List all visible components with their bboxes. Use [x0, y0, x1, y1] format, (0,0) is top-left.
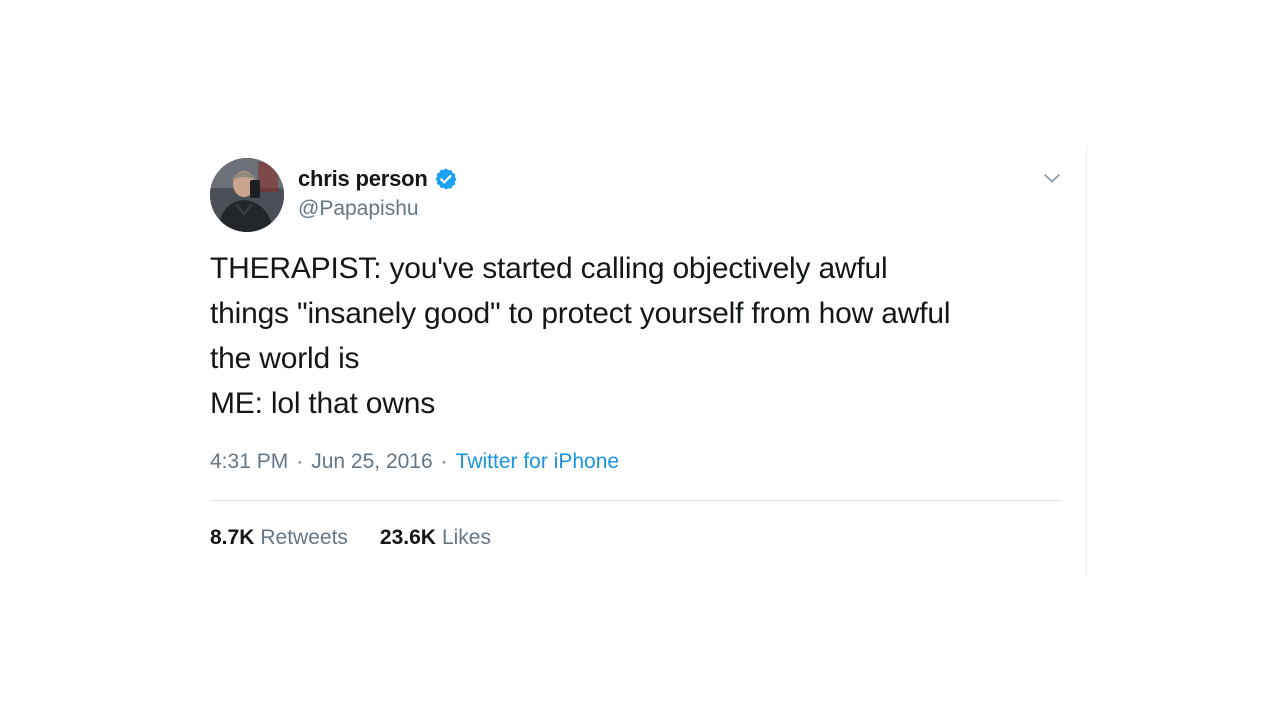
retweets-stat[interactable]: 8.7K Retweets	[210, 526, 348, 550]
likes-stat[interactable]: 23.6K Likes	[380, 526, 491, 550]
divider	[210, 500, 1062, 501]
likes-count: 23.6K	[379, 526, 436, 549]
likes-label: Likes	[441, 526, 491, 549]
author-handle[interactable]: @Papapishu	[298, 197, 419, 221]
meta-separator: ·	[296, 450, 304, 473]
chevron-down-icon[interactable]	[1040, 166, 1064, 190]
avatar-photo	[210, 158, 284, 232]
tweet-card: chris person @Papapishu THERAPIST: you'v…	[194, 146, 1087, 576]
retweets-count: 8.7K	[210, 526, 255, 549]
author-name-row[interactable]: chris person	[298, 165, 458, 193]
page: chris person @Papapishu THERAPIST: you'v…	[0, 0, 1280, 720]
verified-badge-icon	[434, 167, 458, 191]
tweet-source-link[interactable]: Twitter for iPhone	[456, 450, 619, 474]
tweet-meta: 4:31 PM · Jun 25, 2016 · Twitter for iPh…	[210, 450, 619, 474]
avatar[interactable]	[210, 158, 284, 232]
author-name[interactable]: chris person	[298, 166, 428, 192]
tweet-time[interactable]: 4:31 PM	[210, 450, 288, 474]
meta-separator: ·	[440, 450, 448, 473]
retweets-label: Retweets	[260, 526, 348, 549]
tweet-date[interactable]: Jun 25, 2016	[311, 450, 432, 474]
tweet-stats: 8.7K Retweets 23.6K Likes	[210, 526, 491, 550]
tweet-text: THERAPIST: you've started calling object…	[210, 252, 951, 420]
